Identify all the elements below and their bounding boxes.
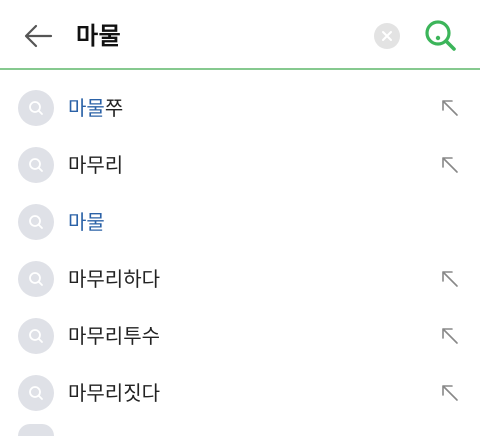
search-icon — [18, 147, 54, 183]
suggestion-match: 마물 — [68, 210, 105, 234]
fill-query-button[interactable] — [434, 320, 466, 352]
back-button[interactable] — [20, 18, 56, 54]
search-button[interactable] — [422, 17, 458, 53]
fill-query-button[interactable] — [434, 92, 466, 124]
suggestion-rest: 마무리하다 — [68, 267, 160, 291]
arrow-up-left-icon — [442, 385, 458, 401]
arrow-up-left-icon — [442, 157, 458, 173]
suggestion-text: 마무리투수 — [68, 322, 160, 350]
suggestion-match: 마물 — [68, 96, 105, 120]
suggestion-item[interactable]: 마무리투수 — [0, 308, 480, 365]
search-icon — [18, 90, 54, 126]
arrow-up-left-icon — [442, 100, 458, 116]
close-icon — [382, 31, 392, 41]
search-icon — [18, 318, 54, 354]
search-icon — [425, 20, 456, 51]
fill-query-button[interactable] — [434, 263, 466, 295]
suggestion-item[interactable]: 마물 — [0, 194, 480, 251]
suggestion-rest: 마무리투수 — [68, 324, 160, 348]
suggestion-rest: 마무리짓다 — [68, 381, 160, 405]
suggestion-text: 마무리짓다 — [68, 379, 160, 407]
suggestion-text: 마물 — [68, 208, 105, 236]
fill-query-button[interactable] — [434, 377, 466, 409]
clear-button[interactable] — [374, 23, 400, 49]
suggestion-text: 마무리하다 — [68, 265, 160, 293]
suggestion-rest: 마무리 — [68, 153, 124, 177]
suggestion-item[interactable]: 마무리하다 — [0, 251, 480, 308]
suggestion-item[interactable]: 마물쭈 — [0, 80, 480, 137]
suggestion-text: 마무리 — [68, 151, 123, 179]
arrow-left-icon — [24, 24, 53, 48]
search-query-text[interactable]: 마물 — [76, 16, 121, 56]
search-icon — [18, 261, 54, 297]
arrow-up-left-icon — [442, 328, 458, 344]
search-header: 마물 — [0, 0, 480, 70]
suggestion-item[interactable]: 마무리 — [0, 137, 480, 194]
search-icon — [18, 204, 54, 240]
search-icon — [18, 375, 54, 411]
suggestion-text: 마물쭈 — [68, 94, 123, 122]
arrow-up-left-icon — [442, 271, 458, 287]
suggestion-rest: 쭈 — [104, 96, 124, 120]
suggestion-list: 마물쭈 마무리 마물 마무리하다 마무리투수 마무리짓다 — [0, 80, 480, 422]
suggestion-item[interactable]: 마무리짓다 — [0, 365, 480, 422]
partial-suggestion-icon — [18, 424, 54, 436]
fill-query-button[interactable] — [434, 149, 466, 181]
